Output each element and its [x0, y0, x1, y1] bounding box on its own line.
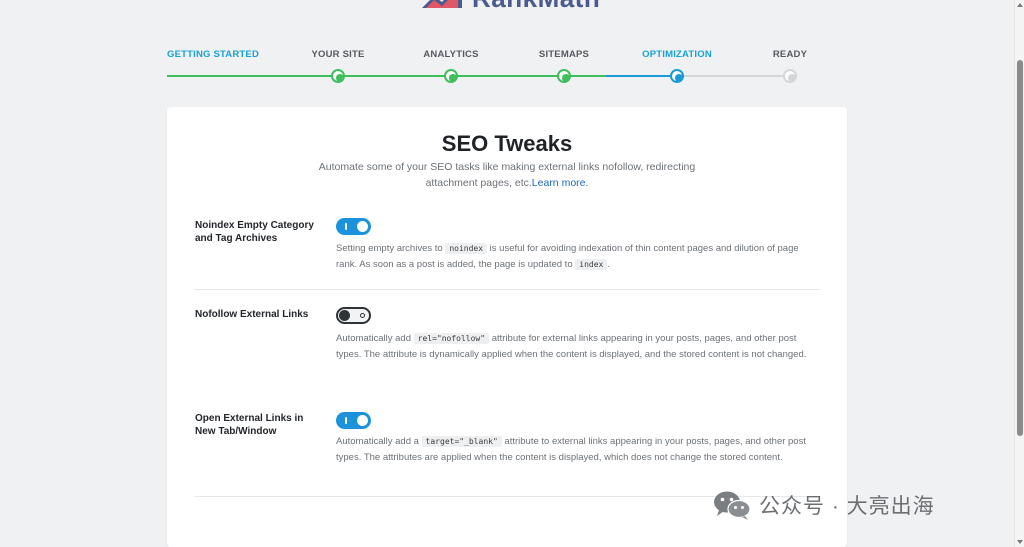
rankmath-logo: RankMath [420, 0, 600, 13]
progress-track-pending [677, 75, 790, 77]
page-scrollbar[interactable] [1014, 0, 1024, 547]
setting-help-text: Automatically add a target="_blank" attr… [336, 436, 806, 463]
setting-help-text: Automatically add rel="nofollow" attribu… [336, 333, 807, 360]
scrollbar-thumb[interactable] [1017, 60, 1023, 436]
setting-help-text: Setting empty archives to noindex is use… [336, 243, 799, 270]
step-ready: READY [772, 49, 808, 60]
learn-more-link[interactable]: Learn more. [532, 177, 589, 189]
divider [195, 289, 820, 290]
step-dot-your-site [331, 69, 345, 83]
code-rel-nofollow: rel="nofollow" [413, 333, 490, 344]
card-title: SEO Tweaks [441, 131, 573, 156]
open-external-links-toggle[interactable] [336, 412, 371, 429]
step-dot-ready [783, 69, 797, 83]
setup-wizard-page: RankMath GETTING STARTED YOUR SITE ANALY… [0, 0, 1024, 547]
code-noindex: noindex [445, 243, 488, 254]
progress-track-done [167, 75, 606, 77]
wechat-watermark: 公众号 · 大亮出海 [713, 490, 935, 520]
setting-nofollow-external-links: Nofollow External Links Automatically ad… [195, 307, 820, 378]
scroll-down-icon[interactable] [1017, 540, 1023, 544]
code-target-blank: target="_blank" [421, 436, 502, 447]
wizard-steps: GETTING STARTED YOUR SITE ANALYTICS SITE… [167, 46, 847, 86]
step-dot-analytics [444, 69, 458, 83]
setting-label: Open External Links in New Tab/Window [195, 413, 304, 437]
step-your-site[interactable]: YOUR SITE [311, 49, 364, 60]
step-sitemaps[interactable]: SITEMAPS [539, 49, 589, 60]
nofollow-external-links-toggle[interactable] [336, 307, 371, 324]
seo-tweaks-card: SEO Tweaks Automate some of your SEO tas… [167, 107, 847, 547]
setting-noindex-empty-archives: Noindex Empty Category and Tag Archives … [195, 218, 820, 279]
noindex-empty-archives-toggle[interactable] [336, 218, 371, 235]
setting-open-external-links-new-tab: Open External Links in New Tab/Window Au… [195, 412, 820, 482]
code-index: index [575, 258, 608, 270]
progress-track-active [606, 75, 677, 77]
setting-label: Nofollow External Links [195, 309, 309, 320]
watermark-text: 公众号 · 大亮出海 [759, 495, 935, 518]
setting-label: Noindex Empty Category and Tag Archives [195, 220, 314, 244]
rankmath-logo-icon [422, 0, 462, 8]
scroll-up-icon[interactable] [1017, 3, 1023, 7]
card-description: Automate some of your SEO tasks like mak… [318, 161, 696, 189]
step-dot-sitemaps [557, 69, 571, 83]
step-analytics[interactable]: ANALYTICS [423, 49, 478, 60]
step-optimization[interactable]: OPTIMIZATION [642, 49, 712, 60]
brand-name: RankMath [472, 0, 600, 14]
step-dot-optimization [670, 69, 684, 83]
wechat-icon [714, 491, 751, 520]
step-getting-started[interactable]: GETTING STARTED [167, 49, 259, 60]
